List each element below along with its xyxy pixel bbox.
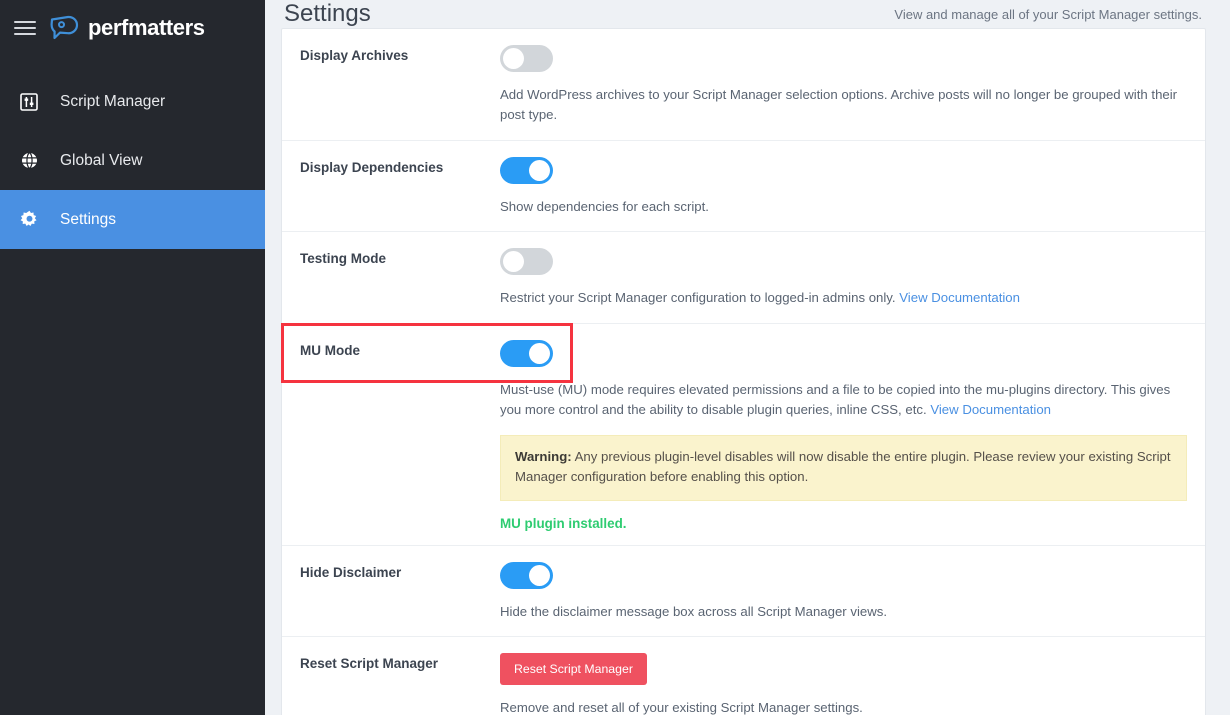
page-subtitle: View and manage all of your Script Manag… xyxy=(894,6,1202,22)
hamburger-icon[interactable] xyxy=(14,19,36,37)
sidebar-item-global-view[interactable]: Global View xyxy=(0,131,265,190)
toggle-mu-mode[interactable] xyxy=(500,339,553,367)
setting-description: Add WordPress archives to your Script Ma… xyxy=(500,87,1178,123)
setting-body: Must-use (MU) mode requires elevated per… xyxy=(500,339,1187,531)
setting-body: Show dependencies for each script. xyxy=(500,156,1187,217)
setting-label: Display Archives xyxy=(300,48,409,63)
settings-card: Display Archives Add WordPress archives … xyxy=(281,28,1206,715)
setting-description: Must-use (MU) mode requires elevated per… xyxy=(500,381,1171,418)
view-documentation-link[interactable]: View Documentation xyxy=(899,290,1020,305)
warning-text: Any previous plugin-level disables will … xyxy=(515,448,1171,485)
setting-body: Hide the disclaimer message box across a… xyxy=(500,561,1187,622)
toggle-knob xyxy=(503,48,524,69)
reset-script-manager-button[interactable]: Reset Script Manager xyxy=(500,653,647,686)
toggle-knob xyxy=(503,251,524,273)
mu-mode-warning-box: Warning: Any previous plugin-level disab… xyxy=(500,434,1187,501)
hamburger-line xyxy=(14,33,36,35)
toggle-display-archives[interactable] xyxy=(500,45,553,72)
setting-description-wrap: Must-use (MU) mode requires elevated per… xyxy=(500,380,1187,421)
sidebar-item-label: Global View xyxy=(60,151,143,169)
setting-description: Remove and reset all of your existing Sc… xyxy=(500,700,863,715)
setting-row-testing-mode: Testing Mode Restrict your Script Manage… xyxy=(282,232,1205,324)
page-title: Settings xyxy=(284,0,371,27)
toggle-hide-disclaimer[interactable] xyxy=(500,561,553,589)
setting-row-reset-script-manager: Reset Script Manager Reset Script Manage… xyxy=(282,637,1205,715)
page-header: Settings View and manage all of your Scr… xyxy=(281,0,1206,28)
warning-title: Warning: xyxy=(515,448,572,464)
mu-plugin-status: MU plugin installed. xyxy=(500,515,627,531)
toggle-knob xyxy=(529,564,550,586)
sidebar: perfmatters Script Manager Global View S… xyxy=(0,0,265,715)
sidebar-item-settings[interactable]: Settings xyxy=(0,190,265,249)
setting-row-mu-mode: MU Mode Must-use (MU) mode requires elev… xyxy=(282,324,1205,546)
brand-name: perfmatters xyxy=(88,15,205,40)
sidebar-brand-row: perfmatters xyxy=(0,0,265,56)
setting-body: Restrict your Script Manager configurati… xyxy=(500,248,1187,308)
view-documentation-link[interactable]: View Documentation xyxy=(930,402,1051,417)
sliders-icon xyxy=(18,91,40,113)
setting-body: Add WordPress archives to your Script Ma… xyxy=(500,45,1187,126)
setting-body: Reset Script Manager Remove and reset al… xyxy=(500,653,1187,715)
toggle-testing-mode[interactable] xyxy=(500,248,553,276)
setting-label: Reset Script Manager xyxy=(300,656,439,672)
main-content: Settings View and manage all of your Scr… xyxy=(265,0,1230,715)
brand-logo-link[interactable]: perfmatters xyxy=(50,15,205,41)
perfmatters-logo-icon xyxy=(50,15,79,40)
toggle-display-dependencies[interactable] xyxy=(500,156,553,184)
setting-description: Show dependencies for each script. xyxy=(500,198,709,214)
sidebar-nav: Script Manager Global View Settings xyxy=(0,72,265,249)
setting-description: Hide the disclaimer message box across a… xyxy=(500,603,887,619)
gear-icon xyxy=(18,209,40,231)
setting-row-hide-disclaimer: Hide Disclaimer Hide the disclaimer mess… xyxy=(282,546,1205,638)
setting-row-display-archives: Display Archives Add WordPress archives … xyxy=(282,29,1205,141)
setting-description: Restrict your Script Manager configurati… xyxy=(500,290,896,306)
setting-row-display-dependencies: Display Dependencies Show dependencies f… xyxy=(282,141,1205,233)
hamburger-line xyxy=(14,27,36,29)
setting-description-wrap: Restrict your Script Manager configurati… xyxy=(500,288,1187,308)
hamburger-line xyxy=(14,21,36,23)
setting-label: Display Dependencies xyxy=(300,159,444,175)
toggle-knob xyxy=(529,159,550,181)
sidebar-item-label: Script Manager xyxy=(60,92,166,110)
toggle-knob xyxy=(529,342,550,364)
setting-label: Hide Disclaimer xyxy=(300,564,402,580)
sidebar-item-script-manager[interactable]: Script Manager xyxy=(0,72,265,131)
app-root: perfmatters Script Manager Global View S… xyxy=(0,0,1230,715)
globe-icon xyxy=(18,150,40,172)
setting-label: Testing Mode xyxy=(300,251,386,267)
sidebar-item-label: Settings xyxy=(60,210,117,228)
setting-label: MU Mode xyxy=(300,342,360,358)
